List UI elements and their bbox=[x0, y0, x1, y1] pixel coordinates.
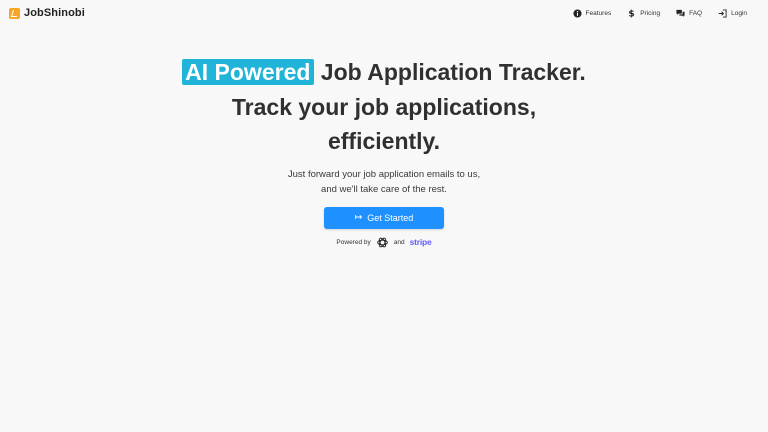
powered-by-label: Powered by bbox=[336, 238, 371, 246]
ai-powered-highlight: AI Powered bbox=[182, 59, 315, 85]
powered-by: Powered by and stripe bbox=[0, 236, 768, 249]
chat-bubbles-icon bbox=[676, 9, 685, 17]
info-circle-icon bbox=[572, 8, 582, 18]
nav-features-link[interactable]: Features bbox=[572, 8, 612, 18]
openai-logo-icon bbox=[376, 237, 388, 247]
brand-logo-icon bbox=[9, 7, 20, 19]
hero-section: AI Powered Job Application Tracker. Trac… bbox=[0, 55, 768, 249]
nav-pricing-label: Pricing bbox=[640, 9, 661, 17]
nav-features-label: Features bbox=[585, 9, 612, 17]
hero-subtitle-line-1: Just forward your job application emails… bbox=[287, 168, 481, 180]
hero-headline: AI Powered Job Application Tracker. Trac… bbox=[0, 55, 768, 159]
login-arrow-icon bbox=[718, 8, 727, 18]
brand-link[interactable]: JobShinobi bbox=[9, 7, 85, 19]
hero-line-2: Track your job applications, bbox=[231, 93, 537, 120]
hero-line-3: efficiently. bbox=[327, 128, 441, 154]
nav-links: Features $ Pricing FAQ Login bbox=[557, 8, 747, 18]
brand-name: JobShinobi bbox=[24, 7, 85, 19]
svg-text:$: $ bbox=[629, 9, 635, 17]
hero-subtitle-line-2: and we'll take care of the rest. bbox=[321, 183, 447, 195]
nav-faq-link[interactable]: FAQ bbox=[676, 9, 702, 18]
nav-login-label: Login bbox=[731, 9, 747, 17]
get-started-label: Get Started bbox=[367, 212, 414, 223]
get-started-button[interactable]: ↦ Get Started bbox=[324, 206, 444, 229]
dollar-icon: $ bbox=[629, 9, 635, 17]
navbar: JobShinobi Features $ Pricing FAQ Login bbox=[0, 0, 768, 26]
hero-subtitle: Just forward your job application emails… bbox=[0, 167, 768, 197]
nav-faq-label: FAQ bbox=[689, 9, 703, 17]
stripe-logo: stripe bbox=[409, 237, 432, 247]
arrow-right-icon: ↦ bbox=[354, 212, 363, 222]
hero-title-rest: Job Application Tracker. bbox=[314, 59, 586, 85]
powered-and-label: and bbox=[393, 238, 405, 246]
nav-pricing-link[interactable]: $ Pricing bbox=[627, 9, 661, 17]
nav-login-link[interactable]: Login bbox=[718, 8, 747, 18]
